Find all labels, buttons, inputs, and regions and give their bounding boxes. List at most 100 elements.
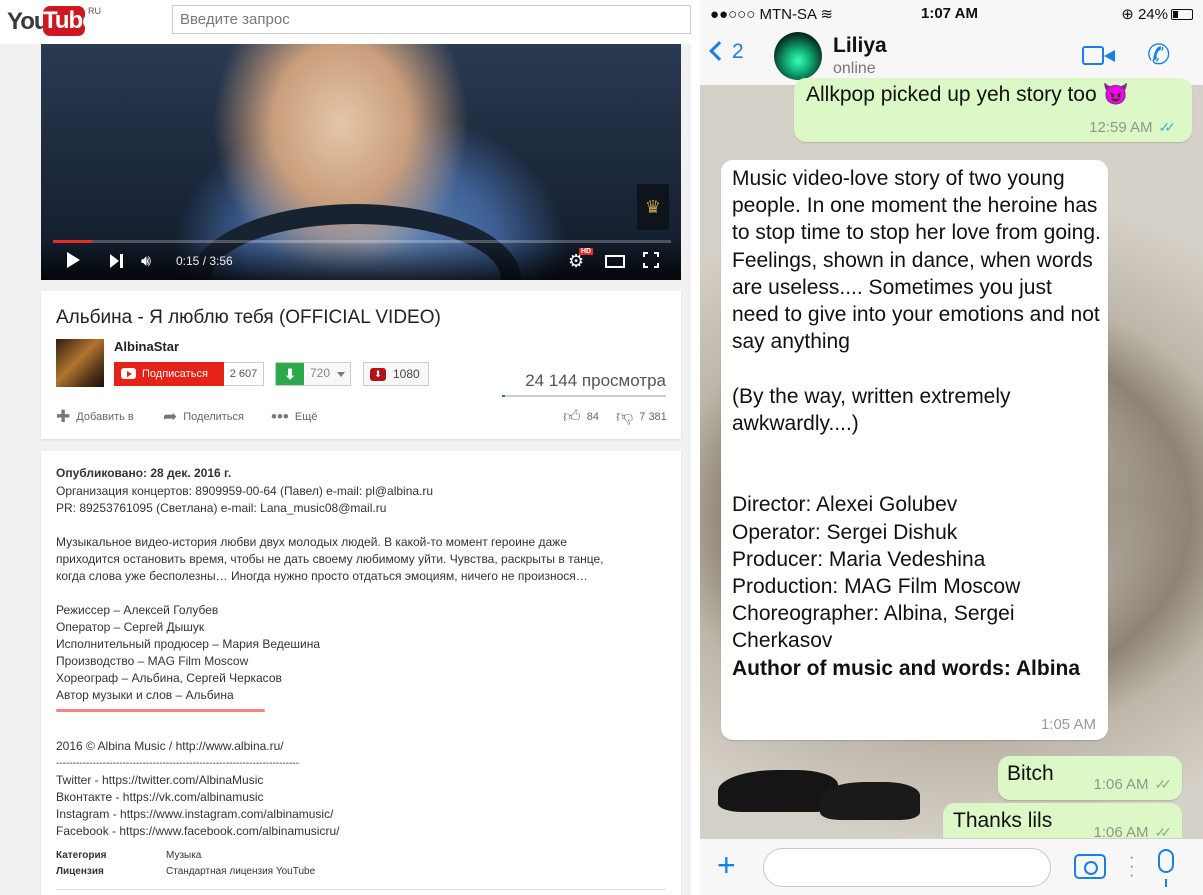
chevron-down-icon [337,372,345,377]
fullscreen-icon[interactable] [643,252,659,268]
chat-header: 2 Liliya online ✆ [700,26,1203,86]
battery-percent: 24% [1137,6,1168,23]
phone-call-icon[interactable]: ✆ [1147,38,1170,71]
social-link[interactable]: Facebook - https://www.facebook.com/albi… [56,823,339,840]
back-button[interactable]: 2 [709,40,744,64]
youtube-panel: You Tube RU Введите запрос ♛ 🔊︎ 0:15 / 3… [0,0,691,895]
chevron-left-icon [709,41,729,61]
contact-avatar[interactable] [774,32,822,80]
carrier-signal: ●●○○○ MTN-SA ≋ [710,6,833,23]
separator-line: ----------------------------------------… [56,758,300,769]
download-arrow-icon: ⬇ [276,363,304,385]
progress-fill [53,240,92,243]
category-value[interactable]: Музыка [166,847,201,864]
more-button[interactable]: ••• Ещё [271,408,317,426]
message-bubble-incoming[interactable]: Music video-love story of two young peop… [721,160,1108,740]
logo-region: RU [88,6,101,16]
more-vertical-icon[interactable]: · · · [1129,850,1134,884]
camera-icon[interactable] [1074,854,1106,879]
ios-status-bar: ●●○○○ MTN-SA ≋ 1:07 AM ⊕ 24% [700,0,1203,26]
description-card: Опубликовано: 28 дек. 2016 г. Организаци… [41,451,681,895]
like-ratio-bar [502,395,666,397]
like-count: 84 [586,411,600,423]
extension-count: 1080 [393,367,420,381]
share-button[interactable]: ➦ Поделиться [163,408,244,426]
credit-line: Хореограф – Альбина, Сергей Черкасов [56,671,282,685]
subscriber-count: 2 607 [224,362,264,386]
message-input-bar: + · · · [700,838,1203,895]
social-link[interactable]: Instagram - https://www.instagram.com/al… [56,806,333,823]
message-text: Allkpop picked up yeh story too 😈 [806,83,1129,106]
rotation-lock-icon: ⊕ [1121,6,1134,23]
dislike-button[interactable]: 👎︎ 7 381 [616,408,667,426]
contact-status: online [833,60,876,77]
divider [56,889,666,890]
message-time: 1:05 AM [1040,716,1096,733]
time-display: 0:15 / 3:56 [176,254,233,268]
share-label: Поделиться [183,411,244,423]
battery-indicator: ⊕ 24% [1121,5,1193,23]
download-quality: 720 [310,366,331,380]
message-time: 12:59 AM ✓✓ [1089,119,1177,136]
theater-mode-icon[interactable] [605,255,625,268]
whatsapp-panel: ●●○○○ MTN-SA ≋ 1:07 AM ⊕ 24% 2 Liliya on… [700,0,1203,895]
player-controls-bar [41,238,681,280]
description-line: PR: 89253761095 (Светлана) e-mail: Lana_… [56,501,387,515]
credit-line: Режиссер – Алексей Голубев [56,603,219,617]
category-label: Категория [56,850,107,861]
share-arrow-icon: ➦ [163,407,178,427]
highlight-underline [56,709,265,712]
channel-avatar[interactable] [56,339,104,387]
social-link[interactable]: Twitter - https://twitter.com/AlbinaMusi… [56,772,263,789]
credit-line: Оператор – Сергей Дышук [56,620,205,634]
publish-date: Опубликовано: 28 дек. 2016 г. [56,466,232,480]
logo-tube: Tube [43,6,96,36]
extension-download-button[interactable]: ⬇ 1080 [363,362,429,386]
youtube-header: You Tube RU Введите запрос [0,0,691,44]
social-link[interactable]: Вконтакте - https://vk.com/albinamusic [56,789,264,806]
description-line: Организация концертов: 8909959-00-64 (Па… [56,484,434,498]
add-to-label: Добавить в [76,411,134,423]
thumbs-up-icon: 👍︎ [563,407,581,427]
license-label: Лицензия [56,866,104,877]
wifi-icon: ≋ [820,6,833,23]
plus-attach-icon[interactable]: + [717,849,736,881]
battery-icon [1171,9,1193,20]
subscribe-label: Подписаться [142,368,208,380]
description-line: Музыкальное видео-история любви двух мол… [56,535,567,549]
like-button[interactable]: 👍︎ 84 [563,408,599,426]
credit-line: Исполнительный продюсер – Мария Ведешина [56,637,321,651]
message-bubble-outgoing[interactable]: Allkpop picked up yeh story too 😈 12:59 … [794,78,1192,142]
progress-bar[interactable] [53,240,671,243]
message-input[interactable] [763,848,1051,887]
status-time: 1:07 AM [921,5,978,22]
license-value: Стандартная лицензия YouTube [166,866,316,877]
message-text: Thanks lils [953,809,1053,832]
add-to-button[interactable]: ✚ Добавить в [56,408,134,426]
play-icon[interactable] [67,252,80,268]
read-ticks-icon: ✓✓ [1158,119,1177,135]
next-icon[interactable] [110,254,124,268]
contact-name[interactable]: Liliya [833,34,887,58]
search-input[interactable]: Введите запрос [172,5,691,34]
channel-watermark-icon[interactable]: ♛ [637,184,669,230]
volume-icon[interactable]: 🔊︎ [141,252,151,272]
download-button[interactable]: ⬇ 720 [275,362,351,386]
thumbs-down-icon: 👎︎ [616,407,634,427]
video-player[interactable]: ♛ 🔊︎ 0:15 / 3:56 ⚙ HD [41,44,681,280]
description-line: приходится остановить время, чтобы не да… [56,552,604,566]
microphone-icon[interactable] [1158,849,1174,887]
view-count: 24 144 просмотра [525,371,666,390]
wallpaper-shoe [820,782,920,820]
credit-line: Производство – MAG Film Moscow [56,654,249,668]
channel-name-link[interactable]: AlbinaStar [114,339,179,354]
message-bubble-outgoing[interactable]: Bitch 1:06 AM ✓✓ [998,756,1182,800]
more-dots-icon: ••• [271,407,289,427]
copyright-line: 2016 © Albina Music / http://www.albina.… [56,739,284,753]
video-call-icon[interactable] [1082,46,1115,66]
unread-count: 2 [732,40,744,63]
subscribe-button[interactable]: Подписаться [114,362,224,386]
download-icon: ⬇ [370,368,386,381]
youtube-play-icon [121,368,136,379]
more-label: Ещё [294,411,318,423]
